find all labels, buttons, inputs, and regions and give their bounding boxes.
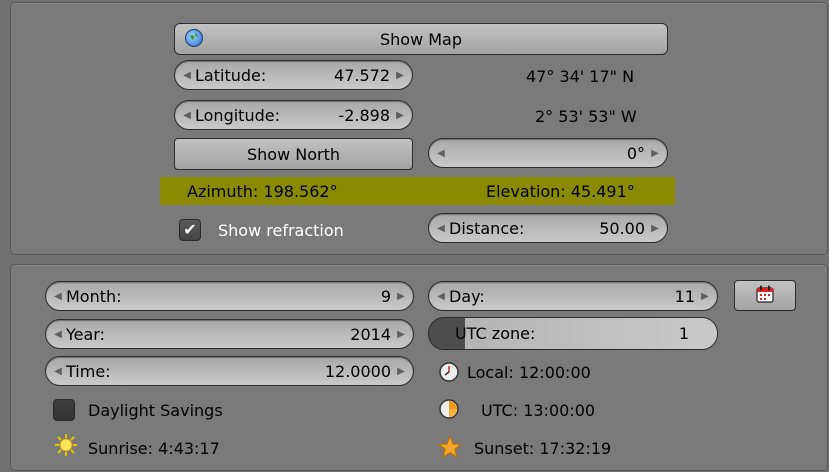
distance-value: 50.00 <box>599 218 645 238</box>
utc-time-text: UTC: 13:00:00 <box>481 400 596 420</box>
utc-clock-icon <box>438 398 460 424</box>
year-label: Year: <box>66 324 105 344</box>
increment-arrow-icon[interactable]: ▶ <box>395 291 407 302</box>
longitude-dms: 2° 53' 53" W <box>535 106 637 126</box>
increment-arrow-icon[interactable]: ▶ <box>699 291 711 302</box>
time-label: Time: <box>66 361 111 381</box>
increment-arrow-icon[interactable]: ▶ <box>395 366 407 377</box>
show-refraction-label: Show refraction <box>218 220 344 240</box>
north-offset-value: 0° <box>626 143 645 163</box>
show-refraction-checkbox[interactable]: ✔ <box>179 219 201 241</box>
sunrise-text: Sunrise: 4:43:17 <box>88 438 220 458</box>
sun-position-readout: Azimuth: 198.562° Elevation: 45.491° <box>160 177 675 205</box>
decrement-arrow-icon[interactable]: ◀ <box>435 223 447 234</box>
utc-zone-value: 1 <box>678 324 689 343</box>
azimuth-text: Azimuth: 198.562° <box>187 181 338 201</box>
calendar-button[interactable] <box>734 280 796 311</box>
daylight-savings-label: Daylight Savings <box>88 400 223 420</box>
utc-zone-label: UTC zone: <box>455 324 536 343</box>
day-label: Day: <box>449 286 485 306</box>
year-field[interactable]: ◀ Year: 2014 ▶ <box>45 319 414 349</box>
globe-icon <box>185 29 203 47</box>
show-map-label: Show Map <box>379 29 463 49</box>
day-field[interactable]: ◀ Day: 11 ▶ <box>428 281 718 311</box>
show-north-button[interactable]: Show North <box>174 138 413 170</box>
decrement-arrow-icon[interactable]: ◀ <box>181 70 193 81</box>
time-value: 12.0000 <box>324 361 391 381</box>
month-label: Month: <box>66 286 122 306</box>
elevation-text: Elevation: 45.491° <box>486 181 635 201</box>
sunset-text: Sunset: 17:32:19 <box>474 438 612 458</box>
latitude-field[interactable]: ◀ Latitude: 47.572 ▶ <box>174 60 413 90</box>
decrement-arrow-icon[interactable]: ◀ <box>52 366 64 377</box>
decrement-arrow-icon[interactable]: ◀ <box>52 329 64 340</box>
north-offset-field[interactable]: ◀ 0° ▶ <box>428 138 668 168</box>
decrement-arrow-icon[interactable]: ◀ <box>181 110 193 121</box>
latitude-dms: 47° 34' 17" N <box>526 66 635 86</box>
calendar-icon <box>755 284 775 308</box>
latitude-label: Latitude: <box>195 65 267 85</box>
increment-arrow-icon[interactable]: ▶ <box>649 148 661 159</box>
decrement-arrow-icon[interactable]: ◀ <box>435 291 447 302</box>
decrement-arrow-icon[interactable]: ◀ <box>52 291 64 302</box>
increment-arrow-icon[interactable]: ▶ <box>394 110 406 121</box>
time-field[interactable]: ◀ Time: 12.0000 ▶ <box>45 356 414 386</box>
daylight-savings-checkbox[interactable] <box>53 399 75 421</box>
longitude-value: -2.898 <box>338 105 390 125</box>
star-icon <box>437 435 463 463</box>
local-time-text: Local: 12:00:00 <box>467 362 591 382</box>
longitude-field[interactable]: ◀ Longitude: -2.898 ▶ <box>174 100 413 130</box>
month-field[interactable]: ◀ Month: 9 ▶ <box>45 281 414 311</box>
clock-icon <box>438 361 460 387</box>
sun-icon <box>54 433 78 461</box>
increment-arrow-icon[interactable]: ▶ <box>395 329 407 340</box>
increment-arrow-icon[interactable]: ▶ <box>649 223 661 234</box>
latitude-value: 47.572 <box>334 65 390 85</box>
longitude-label: Longitude: <box>195 105 280 125</box>
distance-label: Distance: <box>449 218 525 238</box>
day-value: 11 <box>674 286 695 306</box>
show-map-button[interactable]: Show Map <box>174 23 668 55</box>
distance-field[interactable]: ◀ Distance: 50.00 ▶ <box>428 213 668 243</box>
increment-arrow-icon[interactable]: ▶ <box>394 70 406 81</box>
month-value: 9 <box>380 286 391 306</box>
decrement-arrow-icon[interactable]: ◀ <box>435 148 447 159</box>
utc-zone-slider[interactable]: UTC zone: 1 <box>428 317 718 350</box>
year-value: 2014 <box>350 324 391 344</box>
show-north-label: Show North <box>246 144 340 164</box>
